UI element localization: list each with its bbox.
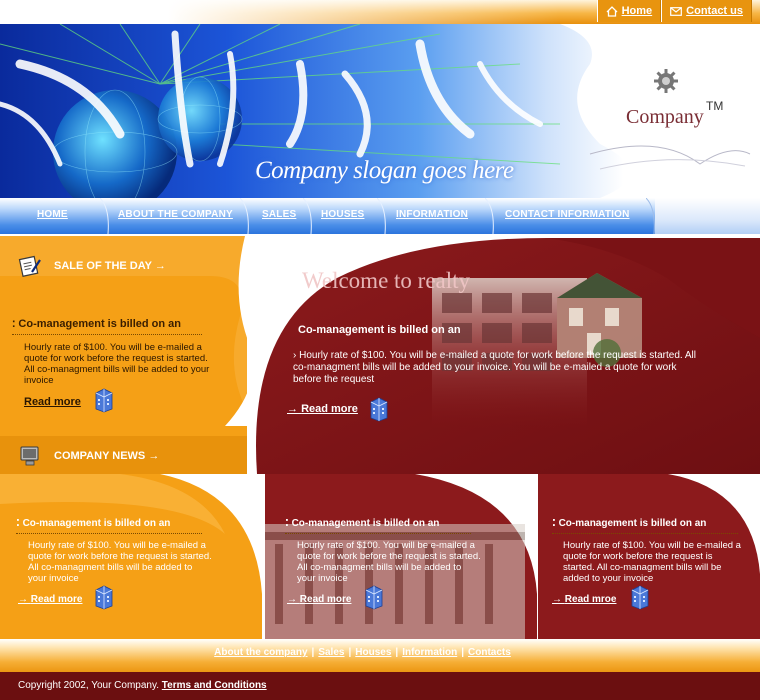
bullet-icon: ⁚ [16,518,23,529]
nav-divider [485,198,494,234]
news-box-1: ⁚ Co-management is billed on an Hourly r… [0,474,265,639]
news-3-read-more-label: Read mroe [564,594,617,605]
welcome-item-body: › Hourly rate of $100. You will be e-mai… [293,350,703,386]
footer-separator: | [461,647,465,658]
contact-us-link[interactable]: Contact us [661,0,752,22]
home-link[interactable]: Home [596,0,662,22]
news-1-title: ⁚ Co-management is billed on an [16,518,202,534]
footer-separator: | [348,647,352,658]
sale-item-title-text: Co-management is billed on an [18,318,181,330]
bullet-icon: ⁚ [12,319,16,329]
footer-separator: | [311,647,315,658]
welcome-heading: Welcome to realty [302,268,471,293]
news-2-read-more-label: Read more [299,594,352,605]
news-1-read-more-link[interactable]: → Read more [18,594,82,605]
footer-link-sales[interactable]: Sales [318,647,344,658]
company-news-heading: COMPANY NEWS → [54,450,160,462]
news-box-3: ⁚ Co-management is billed on an Hourly r… [538,474,760,639]
footer-link-about[interactable]: About the company [214,647,307,658]
logo-text: Company [626,106,704,128]
home-icon [606,5,618,17]
welcome-item-body-text: Hourly rate of $100. You will be e-maile… [293,350,696,385]
building-icon[interactable] [92,584,116,610]
sale-read-more-link[interactable]: Read more [24,396,81,408]
nav-about-the-company[interactable]: ABOUT THE COMPANY [118,209,233,220]
trademark-mark: TM [706,99,724,113]
nav-divider [100,198,109,234]
building-icon[interactable] [367,396,391,422]
news-1-read-more-label: Read more [30,594,83,605]
top-bar: Home Contact us [0,0,760,24]
news-2-body: Hourly rate of $100. You will be e-maile… [297,540,481,584]
monitor-icon [20,446,39,466]
welcome-read-more-link[interactable]: → Read more [287,403,358,415]
main-nav: HOME ABOUT THE COMPANY SALES HOUSES INFO… [0,198,760,234]
copyright-label: Copyright 2002, Your Company. [18,680,160,691]
welcome-read-more-label: Read more [301,403,358,415]
top-bar-fade [0,0,560,24]
news-2-title-text: Co-management is billed on an [291,518,440,529]
copyright-text: Copyright 2002, Your Company. Terms and … [18,680,267,691]
nav-houses[interactable]: HOUSES [321,209,364,220]
copyright-bar: Copyright 2002, Your Company. Terms and … [0,672,760,700]
company-slogan: Company slogan goes here [255,157,514,184]
nav-contact-information[interactable]: CONTACT INFORMATION [505,209,630,220]
company-logo: Company TM [580,24,760,198]
footer-link-contacts[interactable]: Contacts [468,647,511,658]
sale-of-the-day-heading: SALE OF THE DAY → [54,260,166,272]
nav-divider [377,198,386,234]
sale-item-body: Hourly rate of $100. You will be e-maile… [24,342,210,386]
nav-sales[interactable]: SALES [262,209,296,220]
terms-and-conditions-link[interactable]: Terms and Conditions [162,680,267,691]
nav-home[interactable]: HOME [37,209,68,220]
footer-links: About the company | Sales | Houses | Informati… [0,647,725,658]
building-icon[interactable] [628,584,652,610]
welcome-item-title: Co-management is billed on an [298,324,461,336]
arrow-icon: → [552,594,562,605]
company-news-header: COMPANY NEWS → [0,436,265,476]
news-box-2: ⁚ Co-management is billed on an Hourly r… [265,474,538,639]
building-icon[interactable] [92,387,116,413]
bullet-icon: ⁚ [552,518,559,529]
header-banner: Company slogan goes here Company TM [0,24,760,198]
footer-nav: About the company | Sales | Houses | Informati… [0,639,760,672]
footer-separator: | [395,647,399,658]
news-3-body: Hourly rate of $100. You will be e-maile… [563,540,741,584]
news-2-read-more-link[interactable]: → Read more [287,594,351,605]
nav-divider [303,198,312,234]
nav-divider [646,198,655,234]
nav-right-fade [655,198,760,234]
notepad-icon [18,255,41,277]
contact-us-link-label: Contact us [686,5,743,17]
arrow-icon: → [287,594,297,605]
news-3-title-text: Co-management is billed on an [558,518,707,529]
news-3-title: ⁚ Co-management is billed on an [552,518,738,534]
bullet-icon: ⁚ [285,518,292,529]
arrow-icon: → [18,594,28,605]
footer-link-houses[interactable]: Houses [355,647,391,658]
nav-information[interactable]: INFORMATION [396,209,468,220]
news-1-title-text: Co-management is billed on an [22,518,171,529]
home-link-label: Home [621,5,653,17]
news-3-read-more-link[interactable]: → Read mroe [552,594,616,605]
footer-link-information[interactable]: Information [402,647,457,658]
building-icon[interactable] [362,584,386,610]
welcome-panel: Welcome to realty Co-management is bille… [247,238,760,474]
news-2-title: ⁚ Co-management is billed on an [285,518,471,534]
sale-of-the-day-header: SALE OF THE DAY → [0,246,265,286]
news-1-body: Hourly rate of $100. You will be e-maile… [28,540,212,584]
gear-icon [654,69,678,93]
envelope-icon [670,6,683,16]
top-links: Home Contact us [596,0,752,22]
sale-item-title: ⁚ Co-management is billed on an [12,318,202,335]
arrow-icon: → [287,403,298,415]
nav-divider [240,198,249,234]
